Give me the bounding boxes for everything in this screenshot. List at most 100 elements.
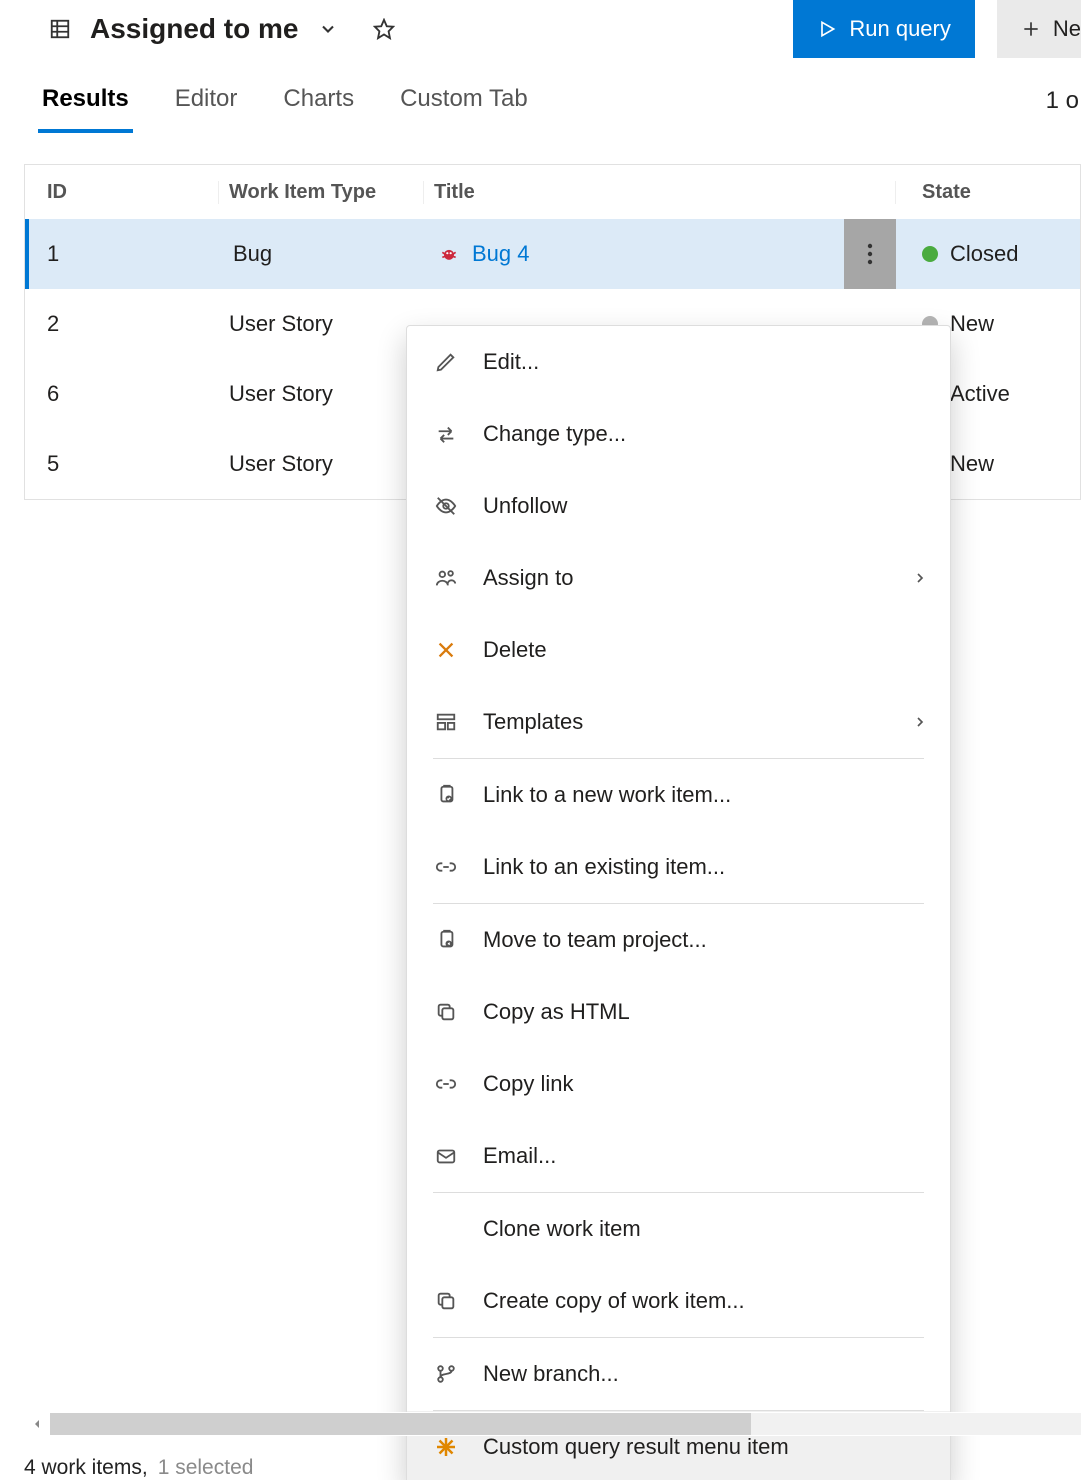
tabs-row: Results Editor Charts Custom Tab 1 o: [0, 68, 1081, 134]
query-title[interactable]: Assigned to me: [90, 13, 298, 45]
link-existing-icon: [433, 854, 459, 880]
context-menu: Edit... Change type... Unfollow Assign to De…: [406, 325, 951, 1480]
state-text: New: [950, 311, 994, 337]
bug-icon: [438, 243, 460, 265]
email-icon: [433, 1143, 459, 1169]
menu-item-link-to-a-new-work-item[interactable]: Link to a new work item...: [407, 759, 950, 831]
cell-id: 2: [25, 311, 219, 337]
grid-header-row: ID Work Item Type Title State: [25, 165, 1080, 219]
toolbar-left: Assigned to me: [48, 13, 396, 45]
menu-label: Link to an existing item...: [483, 854, 725, 880]
menu-label: Edit...: [483, 349, 539, 375]
cell-type: Bug: [223, 241, 428, 267]
header-state[interactable]: State: [896, 181, 1080, 204]
menu-item-change-type[interactable]: Change type...: [407, 398, 950, 470]
cell-id: 5: [25, 451, 219, 477]
toolbar-right: Run query Ne: [793, 0, 1081, 58]
edit-icon: [433, 349, 459, 375]
menu-label: Email...: [483, 1143, 556, 1169]
state-dot-icon: [922, 246, 938, 262]
menu-item-delete[interactable]: Delete: [407, 614, 950, 686]
menu-label: Move to team project...: [483, 927, 707, 953]
menu-item-link-to-an-existing-item[interactable]: Link to an existing item...: [407, 831, 950, 903]
menu-label: Delete: [483, 637, 547, 663]
chevron-right-icon: [912, 714, 928, 730]
menu-item-clone-work-item[interactable]: Clone work item: [407, 1193, 950, 1265]
menu-item-unfollow[interactable]: Unfollow: [407, 470, 950, 542]
status-selected: 1 selected: [158, 1456, 254, 1480]
copy-icon: [433, 1288, 459, 1314]
templates-icon: [433, 709, 459, 735]
change-icon: [433, 421, 459, 447]
cell-title[interactable]: Bug 4: [428, 241, 896, 267]
copy-html-icon: [433, 999, 459, 1025]
title-link[interactable]: Bug 4: [472, 241, 530, 267]
menu-item-templates[interactable]: Templates: [407, 686, 950, 758]
toolbar: Assigned to me Run query Ne: [0, 0, 1081, 68]
favorite-star-icon[interactable]: [372, 17, 396, 41]
result-count-text: 1 o: [1046, 87, 1081, 115]
plus-icon: [1021, 19, 1041, 39]
run-query-button[interactable]: Run query: [793, 0, 975, 58]
custom-icon: [433, 1434, 459, 1460]
cell-type: User Story: [219, 311, 424, 337]
menu-item-move-to-team-project[interactable]: Move to team project...: [407, 904, 950, 976]
header-title[interactable]: Title: [424, 181, 896, 204]
state-text: New: [950, 451, 994, 477]
menu-label: Assign to: [483, 565, 574, 591]
menu-item-create-copy-of-work-item[interactable]: Create copy of work item...: [407, 1265, 950, 1337]
status-bar: 4 work items, 1 selected: [24, 1442, 253, 1480]
tab-results[interactable]: Results: [38, 69, 133, 133]
menu-item-assign-to[interactable]: Assign to: [407, 542, 950, 614]
menu-item-new-branch[interactable]: New branch...: [407, 1338, 950, 1410]
menu-label: Copy as HTML: [483, 999, 630, 1025]
menu-item-email[interactable]: Email...: [407, 1120, 950, 1192]
menu-label: Create copy of work item...: [483, 1288, 745, 1314]
horizontal-scrollbar[interactable]: [24, 1412, 1081, 1436]
state-text: Closed: [950, 241, 1018, 267]
header-id[interactable]: ID: [25, 181, 219, 204]
move-icon: [433, 927, 459, 953]
run-query-label: Run query: [849, 16, 951, 42]
delete-icon: [433, 637, 459, 663]
menu-item-edit[interactable]: Edit...: [407, 326, 950, 398]
scroll-track[interactable]: [50, 1413, 1081, 1435]
scroll-left-arrow[interactable]: [24, 1412, 50, 1436]
cell-type: User Story: [219, 381, 424, 407]
header-type[interactable]: Work Item Type: [219, 181, 424, 204]
menu-label: Change type...: [483, 421, 626, 447]
menu-label: New branch...: [483, 1361, 619, 1387]
menu-label: Clone work item: [483, 1216, 641, 1242]
flat-list-icon: [48, 17, 72, 41]
menu-label: Templates: [483, 709, 583, 735]
tab-custom-tab[interactable]: Custom Tab: [396, 69, 532, 133]
copy-link-icon: [433, 1071, 459, 1097]
menu-label: Unfollow: [483, 493, 567, 519]
link-new-icon: [433, 782, 459, 808]
scroll-thumb[interactable]: [50, 1413, 751, 1435]
new-button-label: Ne: [1053, 16, 1081, 42]
menu-label: Copy link: [483, 1071, 573, 1097]
blank-icon: [433, 1216, 459, 1242]
status-count: 4 work items,: [24, 1456, 148, 1480]
assign-icon: [433, 565, 459, 591]
cell-state: Closed: [896, 241, 1080, 267]
unfollow-icon: [433, 493, 459, 519]
new-work-item-button[interactable]: Ne: [997, 0, 1081, 58]
menu-label: Custom query result menu item: [483, 1434, 789, 1460]
table-row[interactable]: 1Bug Bug 4 Closed: [25, 219, 1080, 289]
cell-id: 6: [25, 381, 219, 407]
chevron-right-icon: [912, 570, 928, 586]
menu-item-copy-as-html[interactable]: Copy as HTML: [407, 976, 950, 1048]
chevron-down-icon[interactable]: [316, 17, 340, 41]
row-more-button[interactable]: [844, 219, 896, 289]
play-icon: [817, 19, 837, 39]
tab-charts[interactable]: Charts: [279, 69, 358, 133]
tab-editor[interactable]: Editor: [171, 69, 242, 133]
tabs-container: Results Editor Charts Custom Tab: [38, 69, 570, 133]
branch-icon: [433, 1361, 459, 1387]
menu-item-copy-link[interactable]: Copy link: [407, 1048, 950, 1120]
menu-label: Link to a new work item...: [483, 782, 731, 808]
cell-id: 1: [29, 241, 223, 267]
state-text: Active: [950, 381, 1010, 407]
